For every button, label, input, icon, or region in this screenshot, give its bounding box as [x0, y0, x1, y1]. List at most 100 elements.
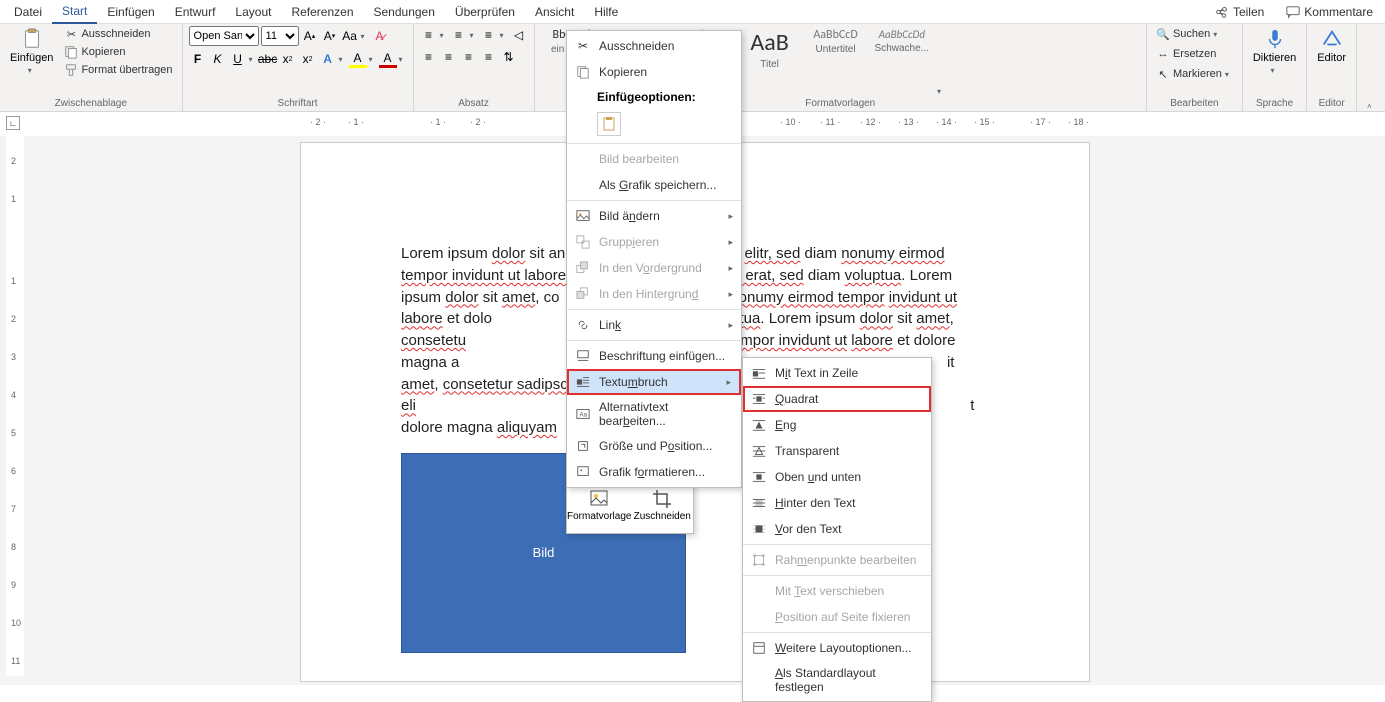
chevron-down-icon[interactable]: ▾ [1271, 66, 1279, 75]
chevron-right-icon: ▸ [728, 211, 733, 222]
chevron-down-icon[interactable]: ▾ [249, 55, 257, 64]
ctx-save-as-graphic[interactable]: Als Grafik speichern... [567, 172, 741, 198]
wrap-behind[interactable]: Hinter den Text [743, 490, 931, 516]
vertical-ruler[interactable]: 2 1 1 2 3 4 5 6 7 8 9 10 11 [6, 136, 24, 676]
collapse-ribbon[interactable]: ˄ [1357, 24, 1385, 111]
tab-entwurf[interactable]: Entwurf [165, 1, 226, 23]
select-button[interactable]: ↖Markieren▾ [1153, 66, 1236, 82]
tab-sendungen[interactable]: Sendungen [364, 1, 445, 23]
change-case-button[interactable]: Aa [341, 27, 359, 45]
group-font-label: Schriftart [189, 96, 407, 111]
share-button[interactable]: Teilen [1207, 3, 1272, 21]
decrease-indent-button[interactable]: ◁ [510, 26, 528, 44]
chevron-down-icon[interactable]: ▾ [440, 31, 448, 40]
copy-button[interactable]: Kopieren [61, 44, 175, 60]
tab-hilfe[interactable]: Hilfe [584, 1, 628, 23]
bold-button[interactable]: F [189, 50, 207, 68]
ctx-link[interactable]: Link▸ [567, 312, 741, 338]
share-icon [1215, 5, 1229, 19]
tab-start[interactable]: Start [52, 0, 97, 24]
ctx-change-image[interactable]: Bild ändern▸ [567, 203, 741, 229]
group-editing: 🔍Suchen▾ ↔Ersetzen ↖Markieren▾ Bearbeite… [1147, 24, 1243, 111]
bullets-button[interactable]: ≡ [420, 26, 438, 44]
align-left-button[interactable]: ≡ [420, 48, 438, 66]
tab-ansicht[interactable]: Ansicht [525, 1, 584, 23]
ctx-cut[interactable]: ✂Ausschneiden [567, 33, 741, 59]
font-color-button[interactable]: A [379, 50, 397, 68]
chevron-down-icon[interactable]: ▾ [339, 55, 347, 64]
paste-keep-source-button[interactable] [597, 112, 621, 136]
wrap-more-options[interactable]: Weitere Layoutoptionen... [743, 635, 931, 661]
highlight-button[interactable]: A [349, 50, 367, 68]
font-name-select[interactable]: Open Sans [189, 26, 259, 46]
subscript-button[interactable]: x2 [279, 50, 297, 68]
ctx-copy[interactable]: Kopieren [567, 59, 741, 85]
strikethrough-button[interactable]: abc [259, 50, 277, 68]
dictate-button[interactable]: Diktieren ▾ [1249, 26, 1300, 77]
style-item[interactable]: AaBbCcDdSchwache... [871, 26, 933, 56]
scissors-icon: ✂ [575, 38, 591, 54]
scissors-icon: ✂ [64, 27, 78, 41]
ctx-caption[interactable]: Beschriftung einfügen... [567, 343, 741, 369]
tab-ueberpruefen[interactable]: Überprüfen [445, 1, 525, 23]
comments-button[interactable]: Kommentare [1278, 3, 1381, 21]
wrap-set-default[interactable]: Als Standardlayout festlegen [743, 661, 931, 699]
line-spacing-button[interactable]: ⇅ [500, 48, 518, 66]
chevron-down-icon[interactable]: ▾ [500, 31, 508, 40]
ctx-size-position[interactable]: Größe und Position... [567, 433, 741, 459]
find-button[interactable]: 🔍Suchen▾ [1153, 26, 1224, 42]
wrap-top-bottom[interactable]: Oben und unten [743, 464, 931, 490]
numbering-button[interactable]: ≡ [450, 26, 468, 44]
chevron-right-icon: ▸ [728, 263, 733, 274]
wrap-tight[interactable]: Eng [743, 412, 931, 438]
chevron-down-icon[interactable]: ▾ [361, 32, 369, 41]
styles-expand-button[interactable]: ▾ [937, 87, 945, 96]
ctx-paste-options [567, 107, 741, 141]
style-item[interactable]: AaBTitel [739, 26, 801, 72]
svg-text:Aa: Aa [580, 412, 588, 419]
clear-format-button[interactable]: A̷ [371, 27, 389, 45]
align-center-button[interactable]: ≡ [440, 48, 458, 66]
cut-button[interactable]: ✂ Ausschneiden [61, 26, 175, 42]
tab-einfuegen[interactable]: Einfügen [97, 1, 164, 23]
format-painter-button[interactable]: Format übertragen [61, 62, 175, 78]
ctx-format-graphic[interactable]: Grafik formatieren... [567, 459, 741, 485]
group-icon [575, 234, 591, 250]
tab-layout[interactable]: Layout [225, 1, 281, 23]
shrink-font-button[interactable]: A▾ [321, 27, 339, 45]
ctx-alt-text[interactable]: AaAlternativtext bearbeiten... [567, 395, 741, 433]
replace-button[interactable]: ↔Ersetzen [1153, 46, 1219, 62]
copy-icon [64, 45, 78, 59]
tab-referenzen[interactable]: Referenzen [281, 1, 363, 23]
underline-button[interactable]: U [229, 50, 247, 68]
wrap-through[interactable]: Transparent [743, 438, 931, 464]
tab-datei[interactable]: Datei [4, 1, 52, 23]
text-effects-button[interactable]: A [319, 50, 337, 68]
chevron-down-icon[interactable]: ▾ [1225, 70, 1233, 79]
style-item[interactable]: AaBbCcDUntertitel [805, 26, 867, 57]
alt-text-icon: Aa [575, 406, 591, 422]
size-icon [575, 438, 591, 454]
wrap-in-front[interactable]: Vor den Text [743, 516, 931, 542]
group-voice: Diktieren ▾ Sprache [1243, 24, 1307, 111]
grow-font-button[interactable]: A▴ [301, 27, 319, 45]
font-size-select[interactable]: 11 [261, 26, 299, 46]
microphone-icon [1264, 28, 1286, 50]
align-right-button[interactable]: ≡ [460, 48, 478, 66]
italic-button[interactable]: K [209, 50, 227, 68]
ctx-text-wrap[interactable]: Textumbruch▸ [567, 369, 741, 395]
chevron-down-icon[interactable]: ▾ [399, 55, 407, 64]
editor-button[interactable]: Editor [1313, 26, 1350, 66]
wrap-square[interactable]: Quadrat [743, 386, 931, 412]
tab-selector[interactable]: ∟ [6, 116, 20, 130]
image-label: Bild [533, 545, 555, 560]
chevron-down-icon[interactable]: ▾ [470, 31, 478, 40]
chevron-down-icon[interactable]: ▾ [1213, 30, 1221, 39]
chevron-down-icon[interactable]: ▾ [369, 55, 377, 64]
chevron-down-icon[interactable]: ▾ [28, 66, 36, 75]
superscript-button[interactable]: x2 [299, 50, 317, 68]
justify-button[interactable]: ≡ [480, 48, 498, 66]
paste-button[interactable]: Einfügen ▾ [6, 26, 57, 77]
wrap-inline[interactable]: Mit Text in Zeile [743, 360, 931, 386]
multilevel-button[interactable]: ≡ [480, 26, 498, 44]
